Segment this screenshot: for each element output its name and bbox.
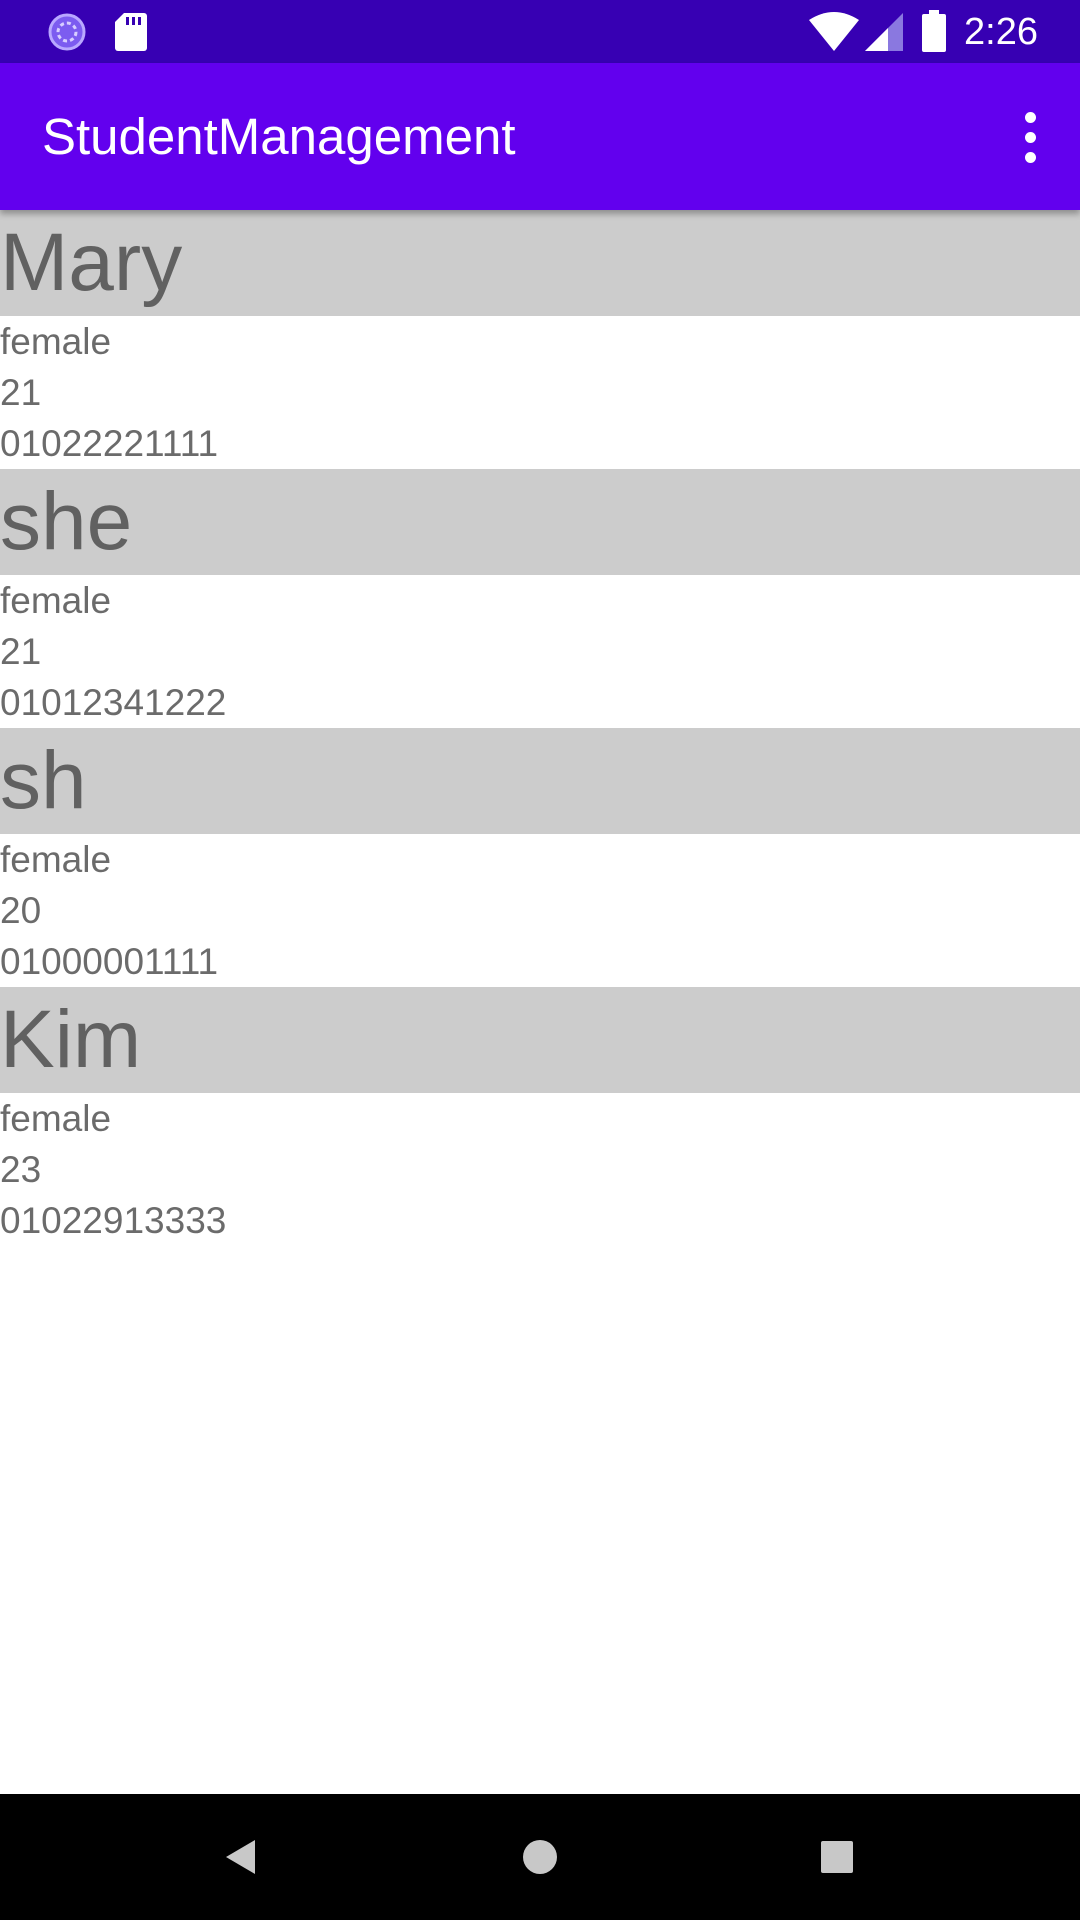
navigation-bar bbox=[0, 1794, 1080, 1920]
app-title: StudentManagement bbox=[42, 108, 516, 165]
student-name: sh bbox=[0, 728, 1080, 834]
status-bar: 2:26 bbox=[0, 0, 1080, 63]
student-phone: 01000001111 bbox=[0, 941, 219, 982]
student-name: Mary bbox=[0, 210, 1080, 316]
app-bar: StudentManagement bbox=[0, 63, 1080, 210]
back-button[interactable] bbox=[202, 1817, 282, 1897]
student-list-item[interactable]: sh female 20 01000001111 bbox=[0, 728, 1080, 987]
home-button[interactable] bbox=[500, 1817, 580, 1897]
student-name: Kim bbox=[0, 987, 1080, 1093]
sync-icon bbox=[48, 13, 86, 51]
more-vert-icon[interactable] bbox=[998, 103, 1062, 171]
student-list-item[interactable]: Mary female 21 01022221111 bbox=[0, 210, 1080, 469]
recents-button[interactable] bbox=[797, 1817, 877, 1897]
back-icon bbox=[226, 1840, 255, 1874]
wifi-icon bbox=[809, 12, 859, 51]
status-clock: 2:26 bbox=[964, 11, 1038, 53]
student-list-item[interactable]: she female 21 01012341222 bbox=[0, 469, 1080, 728]
student-gender: female bbox=[0, 580, 112, 621]
student-name: she bbox=[0, 469, 1080, 575]
menu-dot bbox=[1024, 151, 1036, 163]
student-phone: 01022221111 bbox=[0, 423, 219, 464]
sd-card-icon bbox=[115, 13, 147, 51]
cellular-signal-icon bbox=[865, 13, 903, 51]
home-icon bbox=[523, 1840, 557, 1874]
student-gender: female bbox=[0, 839, 112, 880]
student-list-item[interactable]: Kim female 23 01022913333 bbox=[0, 987, 1080, 1246]
recents-icon bbox=[821, 1841, 853, 1873]
student-age: 21 bbox=[0, 372, 42, 413]
student-gender: female bbox=[0, 1098, 112, 1139]
student-phone: 01022913333 bbox=[0, 1200, 227, 1241]
student-phone: 01012341222 bbox=[0, 682, 227, 723]
menu-dot bbox=[1024, 111, 1036, 123]
screen: 2:26 StudentManagement Mary female 21 01… bbox=[0, 0, 1080, 1920]
student-list: Mary female 21 01022221111 she female 21… bbox=[0, 210, 1080, 1246]
battery-icon bbox=[922, 10, 946, 52]
student-age: 20 bbox=[0, 890, 42, 931]
student-age: 21 bbox=[0, 631, 42, 672]
menu-dot bbox=[1024, 131, 1036, 143]
student-gender: female bbox=[0, 321, 112, 362]
student-age: 23 bbox=[0, 1149, 42, 1190]
